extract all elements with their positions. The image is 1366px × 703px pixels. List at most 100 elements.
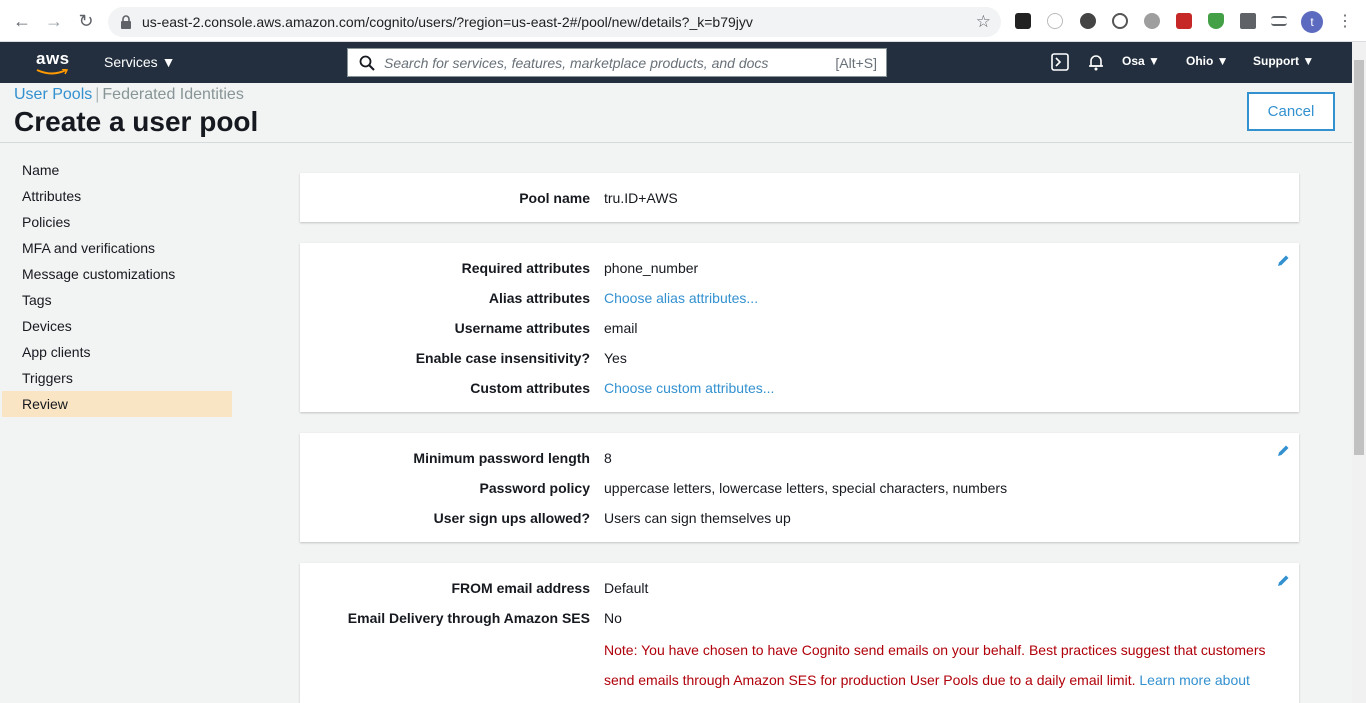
sidebar-item-tags[interactable]: Tags bbox=[2, 287, 232, 313]
cloudshell-icon[interactable] bbox=[1051, 53, 1069, 71]
pool-type-tabs: User Pools | Federated Identities bbox=[14, 86, 244, 104]
password-policy-value: uppercase letters, lowercase letters, sp… bbox=[604, 480, 1008, 496]
page-title: Create a user pool bbox=[14, 106, 259, 137]
search-input[interactable]: Search for services, features, marketpla… bbox=[347, 48, 887, 77]
required-attributes-value: phone_number bbox=[604, 260, 699, 276]
caret-down-icon: ▼ bbox=[161, 54, 176, 70]
custom-attributes-row: Custom attributes Choose custom attribut… bbox=[300, 380, 1299, 410]
forward-icon[interactable]: → bbox=[44, 11, 64, 31]
user-signups-label: User sign ups allowed? bbox=[433, 510, 590, 526]
back-icon[interactable]: ← bbox=[12, 11, 32, 31]
email-panel: FROM email address Default Email Deliver… bbox=[300, 563, 1299, 703]
pool-name-panel: Pool name tru.ID+AWS bbox=[300, 173, 1299, 222]
menu-icon[interactable]: ⋮ bbox=[1337, 11, 1353, 31]
aws-logo[interactable]: aws bbox=[36, 49, 70, 69]
search-icon bbox=[359, 55, 375, 71]
from-email-value: Default bbox=[604, 580, 649, 596]
policies-panel: Minimum password length 8 Password polic… bbox=[300, 433, 1299, 542]
min-password-length-value: 8 bbox=[604, 450, 612, 466]
pool-name-value: tru.ID+AWS bbox=[604, 190, 678, 206]
alias-attributes-label: Alias attributes bbox=[488, 290, 590, 306]
learn-more-link[interactable]: Learn more about bbox=[1139, 672, 1250, 688]
min-password-length-label: Minimum password length bbox=[413, 450, 590, 466]
extension-timer-icon[interactable] bbox=[1047, 13, 1063, 29]
user-signups-value: Users can sign themselves up bbox=[604, 510, 791, 526]
media-icon[interactable] bbox=[1271, 16, 1287, 26]
aws-navbar: aws Services ▼ Search for services, feat… bbox=[0, 42, 1352, 83]
choose-custom-attributes-link[interactable]: Choose custom attributes... bbox=[604, 380, 774, 396]
shield-icon[interactable] bbox=[1208, 13, 1224, 29]
ses-delivery-label: Email Delivery through Amazon SES bbox=[347, 610, 590, 626]
browser-toolbar: ← → ↻ us-east-2.console.aws.amazon.com/c… bbox=[0, 0, 1366, 42]
address-bar[interactable]: us-east-2.console.aws.amazon.com/cognito… bbox=[108, 7, 1001, 37]
account-menu[interactable]: Osa ▼ bbox=[1122, 54, 1160, 68]
username-attributes-label: Username attributes bbox=[454, 320, 590, 336]
tab-divider: | bbox=[95, 86, 100, 103]
password-policy-label: Password policy bbox=[479, 480, 590, 496]
ses-warning-note-line1: Note: You have chosen to have Cognito se… bbox=[604, 642, 1266, 658]
pool-name-label: Pool name bbox=[519, 190, 590, 206]
region-label: Ohio bbox=[1186, 54, 1214, 68]
header-divider bbox=[0, 142, 1352, 143]
extension-icon[interactable] bbox=[1080, 13, 1096, 29]
sidebar-item-policies[interactable]: Policies bbox=[2, 209, 232, 235]
caret-down-icon: ▼ bbox=[1216, 54, 1229, 68]
account-label: Osa bbox=[1122, 54, 1145, 68]
support-label: Support bbox=[1253, 54, 1299, 68]
username-attributes-row: Username attributes email bbox=[300, 320, 1299, 350]
bell-icon[interactable] bbox=[1087, 53, 1105, 71]
password-policy-row: Password policy uppercase letters, lower… bbox=[300, 480, 1299, 510]
region-menu[interactable]: Ohio ▼ bbox=[1186, 54, 1229, 68]
user-signups-row: User sign ups allowed? Users can sign th… bbox=[300, 510, 1299, 540]
pool-name-row: Pool name tru.ID+AWS bbox=[300, 190, 1299, 220]
search-shortcut-hint: [Alt+S] bbox=[835, 55, 877, 71]
aws-smile-icon bbox=[36, 69, 68, 75]
min-password-length-row: Minimum password length 8 bbox=[300, 450, 1299, 480]
sidebar-item-message-customizations[interactable]: Message customizations bbox=[2, 261, 232, 287]
search-placeholder: Search for services, features, marketpla… bbox=[384, 55, 769, 71]
sidebar-item-review[interactable]: Review bbox=[2, 391, 232, 417]
from-email-label: FROM email address bbox=[451, 580, 591, 596]
caret-down-icon: ▼ bbox=[1148, 54, 1160, 68]
avatar[interactable]: t bbox=[1301, 11, 1323, 33]
lock-icon bbox=[121, 15, 131, 29]
sidebar-item-mfa[interactable]: MFA and verifications bbox=[2, 235, 232, 261]
required-attributes-row: Required attributes phone_number bbox=[300, 260, 1299, 290]
sidebar-item-attributes[interactable]: Attributes bbox=[2, 183, 232, 209]
extension-icon[interactable] bbox=[1015, 13, 1031, 29]
caret-down-icon: ▼ bbox=[1302, 54, 1315, 68]
ses-delivery-value: No bbox=[604, 610, 622, 626]
scrollbar-thumb[interactable] bbox=[1354, 60, 1364, 455]
case-insensitivity-row: Enable case insensitivity? Yes bbox=[300, 350, 1299, 380]
extension-icon[interactable] bbox=[1112, 13, 1128, 29]
reload-icon[interactable]: ↻ bbox=[76, 11, 96, 31]
services-menu[interactable]: Services ▼ bbox=[104, 54, 175, 70]
support-menu[interactable]: Support ▼ bbox=[1253, 54, 1314, 68]
sidebar-item-devices[interactable]: Devices bbox=[2, 313, 232, 339]
ses-warning-note-text: send emails through Amazon SES for produ… bbox=[604, 672, 1136, 688]
url-text: us-east-2.console.aws.amazon.com/cognito… bbox=[142, 14, 753, 30]
puzzle-icon[interactable] bbox=[1240, 13, 1256, 29]
sidebar-item-app-clients[interactable]: App clients bbox=[2, 339, 232, 365]
cancel-button[interactable]: Cancel bbox=[1247, 92, 1335, 131]
tab-user-pools[interactable]: User Pools bbox=[14, 86, 92, 103]
page-scrollbar[interactable] bbox=[1352, 42, 1366, 703]
ses-delivery-row: Email Delivery through Amazon SES No bbox=[300, 610, 1299, 640]
services-label: Services bbox=[104, 54, 158, 70]
choose-alias-attributes-link[interactable]: Choose alias attributes... bbox=[604, 290, 758, 306]
wizard-step-nav: Name Attributes Policies MFA and verific… bbox=[2, 157, 232, 417]
extension-icon[interactable] bbox=[1176, 13, 1192, 29]
alias-attributes-row: Alias attributes Choose alias attributes… bbox=[300, 290, 1299, 320]
sidebar-item-name[interactable]: Name bbox=[2, 157, 232, 183]
username-attributes-value: email bbox=[604, 320, 638, 336]
tab-federated-identities[interactable]: Federated Identities bbox=[102, 86, 243, 103]
extension-icon[interactable] bbox=[1144, 13, 1160, 29]
ses-warning-note-line2: send emails through Amazon SES for produ… bbox=[604, 672, 1250, 688]
from-email-row: FROM email address Default bbox=[300, 580, 1299, 610]
custom-attributes-label: Custom attributes bbox=[470, 380, 590, 396]
required-attributes-label: Required attributes bbox=[461, 260, 590, 276]
attributes-panel: Required attributes phone_number Alias a… bbox=[300, 243, 1299, 412]
case-insensitivity-value: Yes bbox=[604, 350, 627, 366]
bookmark-star-icon[interactable]: ☆ bbox=[976, 12, 991, 32]
sidebar-item-triggers[interactable]: Triggers bbox=[2, 365, 232, 391]
